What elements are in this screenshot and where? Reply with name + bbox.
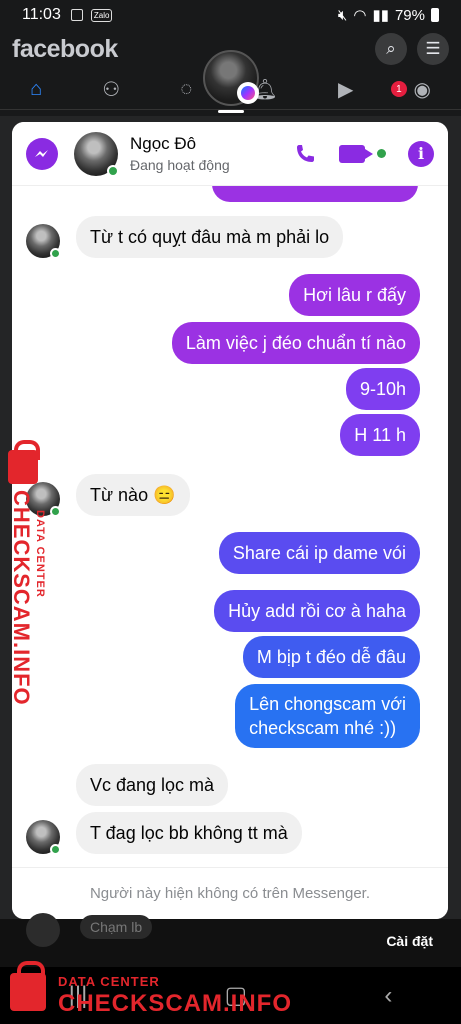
online-indicator [107, 164, 119, 177]
message-out[interactable]: Hủy add rồi cơ à haha [214, 590, 420, 632]
profile-nav[interactable]: ◉ 1 [390, 77, 431, 102]
wifi-icon: ◠ [353, 7, 367, 24]
status-right: 🔇︎ ◠ ▮▮ 79% [338, 6, 439, 24]
message-text: M bịp t đéo dễ đâu [256, 647, 406, 667]
message-out[interactable]: 9-10h [345, 368, 420, 410]
video-call-button[interactable] [339, 144, 386, 163]
friends-icon[interactable]: ⚇ [102, 77, 120, 102]
info-icon[interactable]: i [408, 140, 434, 167]
battery-percent: 79% [394, 6, 425, 24]
status-bar: 11:03 Zalo 🔇︎ ◠ ▮▮ 79% [0, 0, 461, 30]
chat-head-avatar[interactable] [203, 50, 259, 106]
video-icon [339, 144, 373, 163]
message-out[interactable]: Làm việc j đéo chuẩn tí nào [171, 322, 420, 364]
peer-status: Đang hoạt động [130, 157, 230, 173]
gallery-icon [70, 9, 83, 21]
message-in[interactable]: Vc đang lọc mà [76, 764, 229, 806]
peer-name: Ngọc Đô [130, 134, 197, 153]
chat-head-pointer [218, 110, 244, 113]
chat-card: Ngọc Đô Đang hoạt động i Từ t có quỵt đâ… [12, 122, 448, 919]
fb-logo: facebook [12, 34, 118, 63]
chat-actions: i [293, 140, 434, 167]
message-in[interactable]: T đag lọc bb không tt mà [76, 812, 302, 854]
messenger-icon [35, 149, 48, 157]
message-avatar [26, 820, 61, 855]
behind-avatar [26, 913, 60, 947]
profile-icon: ◉ [413, 79, 431, 101]
chat-header: Ngọc Đô Đang hoạt động i [12, 122, 448, 186]
screen: 11:03 Zalo 🔇︎ ◠ ▮▮ 79% facebook ⌕ ☰ ⌂ ⚇ … [0, 0, 461, 1024]
watermark-side-sub: DATA CENTER [34, 510, 46, 598]
notification-badge: 1 [390, 81, 407, 97]
message-out[interactable]: M bịp t đéo dễ đâu [242, 636, 420, 678]
message-out[interactable]: Share cái ip dame vói [218, 532, 420, 574]
message-out[interactable]: Hơi lâu r đấy [289, 274, 420, 316]
background-bottom: Chạm lb Cài đặt [0, 913, 461, 967]
menu-button[interactable]: ☰ [417, 33, 449, 65]
lock-icon [10, 961, 46, 1011]
behind-chat-preview: Chạm lb [80, 915, 153, 939]
home-icon[interactable]: ⌂ [30, 78, 42, 101]
mute-icon: 🔇︎ [337, 6, 348, 24]
message-out[interactable]: H 11 h [340, 414, 420, 456]
messenger-button[interactable] [26, 137, 58, 170]
phone-icon[interactable] [293, 142, 317, 166]
watermark-main: CHECKSCAM.INFO [58, 990, 292, 1017]
menu-icon: ☰ [425, 39, 441, 58]
messenger-nav-icon[interactable]: ◌ [180, 78, 192, 101]
signal-icon: ▮▮ [372, 7, 389, 24]
settings-link[interactable]: Cài đặt [386, 933, 433, 949]
watermark-side: CHECKSCAM.INFO DATA CENTER [6, 440, 46, 706]
unavailable-notice: Người này hiện không có trên Messenger. [12, 867, 448, 919]
lock-icon [8, 440, 40, 484]
watermark-sub: DATA CENTER [58, 974, 160, 989]
back-icon[interactable]: ‹ [384, 982, 392, 1010]
messenger-badge-icon [237, 82, 259, 104]
peer-info[interactable]: Ngọc Đô Đang hoạt động [130, 134, 230, 173]
watermark-side-main: CHECKSCAM.INFO [9, 490, 34, 706]
battery-icon [431, 8, 439, 22]
message-in[interactable]: Từ t có quỵt đâu mà m phải lo [76, 216, 344, 258]
header-buttons: ⌕ ☰ [375, 33, 449, 65]
message-avatar [26, 224, 61, 259]
watermark-bottom: DATA CENTER CHECKSCAM.INFO [0, 961, 292, 1022]
status-time: 11:03 [22, 6, 61, 23]
zalo-icon: Zalo [90, 8, 113, 22]
video-online-dot [377, 149, 386, 158]
message-line: Lên chongscam với [249, 694, 406, 714]
message-in[interactable]: Từ nào 😑 [76, 474, 190, 516]
online-indicator [50, 844, 61, 855]
online-indicator [50, 248, 61, 259]
avatar[interactable] [74, 131, 119, 177]
search-button[interactable]: ⌕ [375, 33, 407, 65]
online-indicator [50, 506, 61, 517]
watch-icon[interactable]: ▶ [338, 77, 353, 102]
message-line: checkscam nhé :)) [249, 718, 397, 738]
message-out[interactable]: Lên chongscam với checkscam nhé :)) [235, 684, 420, 748]
search-icon: ⌕ [386, 39, 396, 58]
